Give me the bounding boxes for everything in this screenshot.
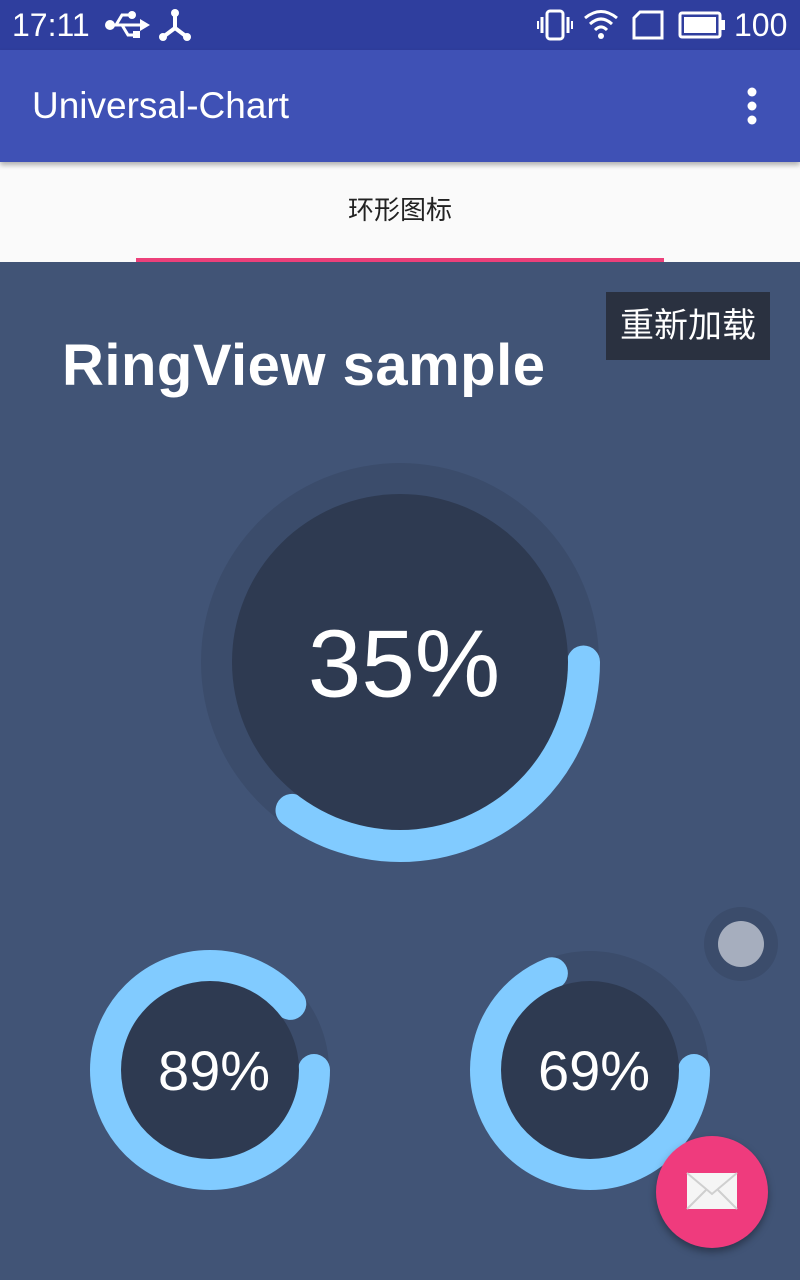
mail-fab-button[interactable] [656, 1136, 768, 1248]
ring-value-label: 69% [538, 1039, 650, 1102]
scroll-handle[interactable] [704, 907, 778, 981]
status-time: 17:11 [12, 7, 90, 43]
app-title: Universal-Chart [32, 85, 290, 126]
mail-icon [686, 1172, 738, 1210]
ring-value-label: 89% [158, 1039, 270, 1102]
scroll-handle-knob [718, 921, 764, 967]
sim-icon [632, 10, 664, 40]
vibrate-icon [537, 9, 573, 41]
ring-chart-2: 89% [90, 950, 330, 1190]
tab-label: 环形图标 [347, 196, 452, 226]
usb-icon [105, 11, 150, 38]
status-bar: 17:11 100 [0, 0, 800, 50]
battery-level-text: 100 [734, 7, 788, 43]
overflow-menu-button[interactable] [728, 80, 776, 132]
ring-chart-1: 35% [200, 462, 600, 862]
ring-value-label: 35% [308, 611, 500, 718]
battery-icon [678, 11, 725, 39]
overflow-menu-icon [747, 87, 757, 125]
wifi-icon [584, 10, 618, 39]
ring-charts: 35% 89% 69% [90, 462, 710, 1190]
share-icon [159, 9, 191, 41]
app-bar: Universal-Chart [0, 50, 800, 162]
content-area: RingView sample 重新加载 35% 89% 69% [0, 262, 800, 1280]
tab-bar: 环形图标 [0, 162, 800, 263]
